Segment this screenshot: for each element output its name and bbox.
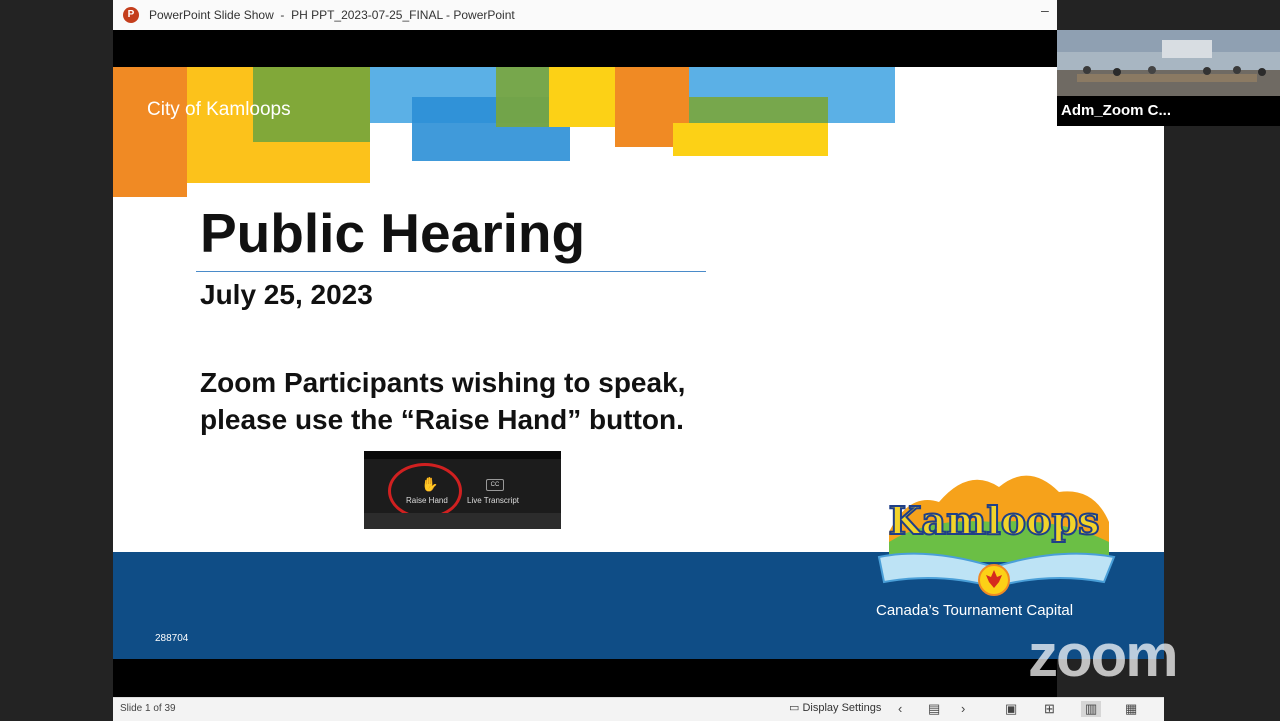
logo-wordmark: Kamloops (889, 498, 1100, 543)
slide-heading: Public Hearing (200, 202, 586, 264)
display-settings-label: Display Settings (802, 702, 882, 714)
heading-underline (196, 271, 706, 272)
zoom-watermark: zoom (1028, 622, 1179, 689)
header-block-yellow-3 (673, 123, 828, 156)
participant-video-tile[interactable]: Adm_Zoom C... (1057, 30, 1280, 126)
slide-counter: Slide 1 of 39 (120, 703, 176, 714)
live-transcript-label: Live Transcript (467, 496, 520, 505)
slide-date: July 25, 2023 (200, 279, 373, 310)
slide-canvas: City of Kamloops Public Hearing July 25,… (113, 67, 1164, 659)
header-block-yellow-2 (549, 67, 615, 127)
highlight-circle (388, 463, 462, 519)
header-block-green-3 (689, 97, 828, 123)
slide-instruction: Zoom Participants wishing to speak, plea… (200, 364, 685, 438)
cc-icon: CC (486, 479, 504, 491)
slideshow-statusbar: Slide 1 of 39 ▭ Display Settings ‹ ▤ › ▣… (113, 697, 1164, 721)
previous-slide-icon[interactable]: ‹ (898, 701, 902, 716)
powerpoint-icon: P (123, 7, 139, 23)
slide-sorter-icon[interactable]: ⊞ (1044, 701, 1055, 717)
display-settings-button[interactable]: ▭ Display Settings (789, 701, 881, 714)
monitor-icon: ▭ (789, 702, 800, 714)
toolbar-bottom-strip (364, 513, 561, 529)
zoom-toolbar-image: ✋ Raise Hand CC Live Transcript (364, 451, 561, 529)
toolbar-top-strip (364, 451, 561, 459)
next-slide-icon[interactable]: › (961, 701, 965, 716)
organization-label: City of Kamloops (147, 99, 291, 120)
instruction-line-1: Zoom Participants wishing to speak, (200, 367, 686, 398)
window-title: PowerPoint Slide Show - PH PPT_2023-07-2… (149, 8, 515, 22)
header-block-green-2 (496, 67, 549, 127)
reading-view-icon[interactable]: ▥ (1081, 701, 1102, 717)
slide-id: 288704 (155, 633, 189, 644)
slide-notes-icon[interactable]: ▤ (928, 701, 940, 717)
slideshow-icon[interactable]: ▦ (1125, 701, 1137, 717)
instruction-line-2: please use the “Raise Hand” button. (200, 404, 684, 435)
normal-view-icon[interactable]: ▣ (1005, 701, 1017, 717)
tagline: Canada’s Tournament Capital (876, 602, 1074, 619)
participant-name: Adm_Zoom C... (1061, 102, 1172, 119)
header-block-orange (113, 67, 187, 197)
window-titlebar: P PowerPoint Slide Show - PH PPT_2023-07… (113, 0, 1057, 30)
participant-video-feed (1057, 30, 1280, 96)
minimize-button[interactable]: – (1041, 3, 1053, 18)
kamloops-logo: Kamloops (877, 475, 1116, 596)
